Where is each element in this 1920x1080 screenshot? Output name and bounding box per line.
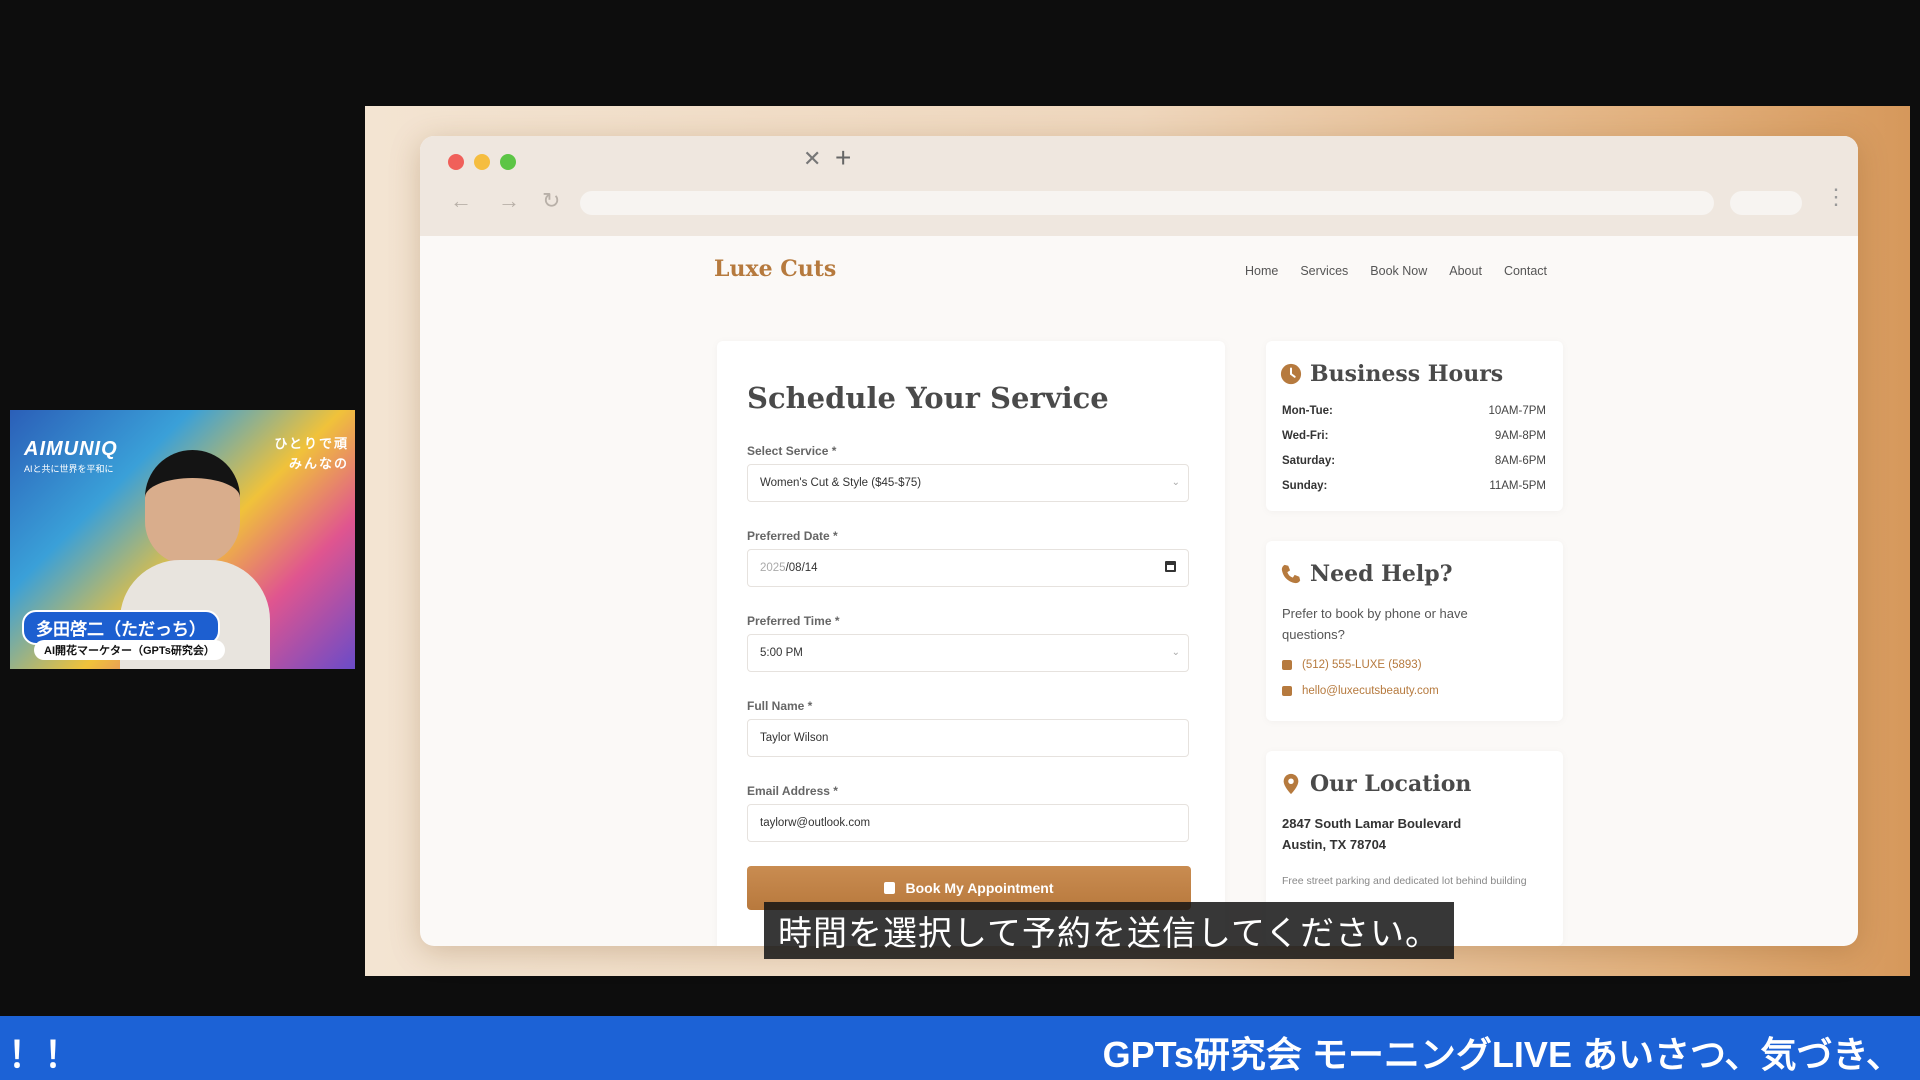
phone-number: (512) 555-LUXE (5893) [1302, 659, 1422, 671]
location-title: Our Location [1280, 771, 1471, 797]
close-window-dot[interactable] [448, 154, 464, 170]
time-select[interactable]: 5:00 PM ⌄ [747, 634, 1189, 672]
brand-logo[interactable]: Luxe Cuts [714, 256, 836, 282]
browser-chrome: ✕ + ← → ↻ ⋮ [420, 136, 1858, 236]
calendar-icon [884, 882, 896, 894]
close-tab-icon[interactable]: ✕ [803, 146, 821, 172]
business-hours-card: Business Hours Mon-Tue: 10AM-7PM Wed-Fri… [1266, 341, 1563, 511]
tagline-line-1: ひとりで頑 [274, 436, 349, 451]
phone-icon [1282, 660, 1292, 670]
hours-day: Saturday: [1282, 455, 1336, 467]
hours-day: Wed-Fri: [1282, 430, 1329, 442]
need-help-title: Need Help? [1280, 561, 1453, 587]
email-link[interactable]: hello@luxecutsbeauty.com [1282, 685, 1439, 697]
time-value: 5:00 PM [760, 647, 803, 659]
nav-home[interactable]: Home [1245, 264, 1278, 278]
service-label: Select Service * [747, 444, 837, 458]
hours-day: Mon-Tue: [1282, 405, 1333, 417]
minimize-window-dot[interactable] [474, 154, 490, 170]
email-address: hello@luxecutsbeauty.com [1302, 685, 1439, 697]
nav-book-now[interactable]: Book Now [1370, 264, 1427, 278]
site-header: Luxe Cuts Home Services Book Now About C… [420, 236, 1858, 301]
extension-pill[interactable] [1730, 191, 1802, 215]
chevron-down-icon: ⌄ [1171, 477, 1180, 488]
calendar-icon[interactable] [1165, 561, 1176, 572]
service-value: Women's Cut & Style ($45-$75) [760, 477, 922, 489]
form-title: Schedule Your Service [747, 381, 1109, 415]
need-help-title-text: Need Help? [1310, 561, 1453, 587]
presenter-role: AI開花マーケター（GPTs研究会） [34, 640, 225, 660]
date-input[interactable]: 2025/08/14 [747, 549, 1189, 587]
business-hours-title: Business Hours [1280, 361, 1503, 387]
logo-subtitle: AIと共に世界を平和に [24, 464, 114, 474]
main-nav: Home Services Book Now About Contact [1245, 264, 1547, 278]
forward-arrow-icon[interactable]: → [498, 188, 520, 214]
need-help-card: Need Help? Prefer to book by phone or ha… [1266, 541, 1563, 721]
nav-about[interactable]: About [1449, 264, 1482, 278]
address-city: Austin, TX 78704 [1282, 837, 1387, 852]
location-title-text: Our Location [1310, 771, 1472, 797]
chevron-down-icon: ⌄ [1171, 647, 1180, 658]
clock-icon [1280, 363, 1302, 385]
date-year: 2025 [760, 562, 786, 574]
presenter-head [145, 450, 240, 565]
nav-contact[interactable]: Contact [1504, 264, 1547, 278]
booking-form: Schedule Your Service Select Service * W… [717, 341, 1225, 946]
help-text: Prefer to book by phone or have question… [1282, 606, 1468, 642]
address-street: 2847 South Lamar Boulevard [1282, 816, 1462, 831]
time-label: Preferred Time * [747, 614, 840, 628]
phone-link[interactable]: (512) 555-LUXE (5893) [1282, 659, 1422, 671]
webcam-overlay: AIMUNIQ AIと共に世界を平和に ひとりで頑 みんなの 多田啓二（ただっち… [10, 410, 355, 669]
hours-row: Mon-Tue: 10AM-7PM [1282, 405, 1546, 417]
email-input[interactable]: taylorw@outlook.com [747, 804, 1189, 842]
address-bar[interactable] [580, 191, 1714, 215]
hours-time: 11AM-5PM [1489, 480, 1546, 492]
map-pin-icon [1283, 773, 1299, 795]
reload-icon[interactable]: ↻ [542, 188, 560, 214]
business-hours-title-text: Business Hours [1310, 361, 1504, 387]
service-select[interactable]: Women's Cut & Style ($45-$75) ⌄ [747, 464, 1189, 502]
book-button-label: Book My Appointment [905, 880, 1054, 896]
subtitle-caption: 時間を選択して予約を送信してください。 [764, 902, 1454, 959]
name-value: Taylor Wilson [760, 732, 829, 744]
email-label: Email Address * [747, 784, 838, 798]
tagline-line-2: みんなの [288, 456, 349, 471]
new-tab-icon[interactable]: + [835, 142, 851, 174]
browser-window: ✕ + ← → ↻ ⋮ Luxe Cuts Home Services Book… [420, 136, 1858, 946]
news-ticker: ！！ GPTs研究会 モーニングLIVE あいさつ、気づき、 [0, 1016, 1920, 1080]
hours-row: Sunday: 11AM-5PM [1282, 480, 1546, 492]
name-label: Full Name * [747, 699, 813, 713]
maximize-window-dot[interactable] [500, 154, 516, 170]
hours-row: Saturday: 8AM-6PM [1282, 455, 1546, 467]
full-name-input[interactable]: Taylor Wilson [747, 719, 1189, 757]
ticker-left-text: ！！ [8, 1034, 81, 1075]
hours-time: 9AM-8PM [1494, 430, 1546, 442]
tagline: ひとりで頑 みんなの [274, 434, 349, 474]
date-rest: /08/14 [785, 562, 818, 574]
address: 2847 South Lamar Boulevard Austin, TX 78… [1282, 813, 1461, 855]
back-arrow-icon[interactable]: ← [450, 188, 472, 214]
screen-share: ✕ + ← → ↻ ⋮ Luxe Cuts Home Services Book… [365, 106, 1910, 976]
hours-day: Sunday: [1282, 480, 1328, 492]
hours-row: Wed-Fri: 9AM-8PM [1282, 430, 1546, 442]
hours-time: 8AM-6PM [1494, 455, 1546, 467]
browser-menu-icon[interactable]: ⋮ [1825, 184, 1847, 210]
ticker-right-text: GPTs研究会 モーニングLIVE あいさつ、気づき、 [1102, 1034, 1902, 1075]
date-label: Preferred Date * [747, 529, 838, 543]
email-value: taylorw@outlook.com [760, 817, 871, 829]
nav-services[interactable]: Services [1300, 264, 1348, 278]
aimuniq-logo: AIMUNIQ [24, 438, 118, 460]
mail-icon [1282, 686, 1292, 696]
phone-icon [1281, 564, 1301, 584]
parking-note: Free street parking and dedicated lot be… [1282, 875, 1527, 887]
hours-time: 10AM-7PM [1488, 405, 1546, 417]
